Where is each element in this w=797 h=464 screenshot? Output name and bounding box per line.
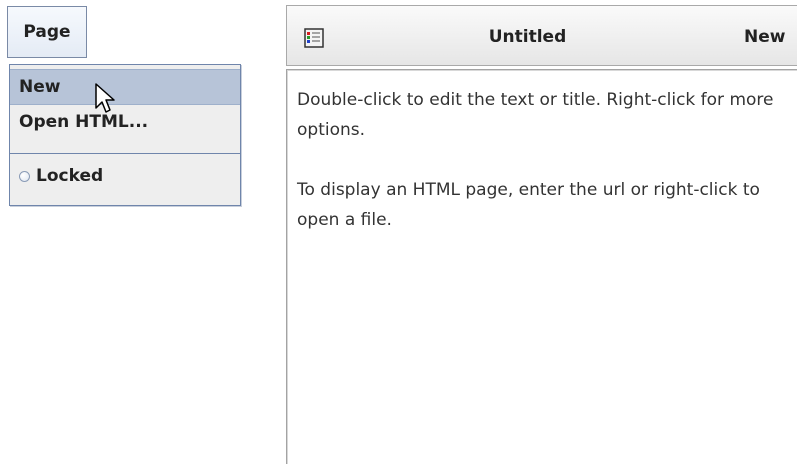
note-text: Double-click to edit the text or title. … xyxy=(297,85,797,265)
menu-item-new[interactable]: New xyxy=(10,69,240,105)
menu-item-locked[interactable]: Locked xyxy=(10,158,240,194)
note-title-bar[interactable]: Untitled New xyxy=(286,5,797,66)
page-menu-label: Page xyxy=(23,22,71,42)
note-paragraph: To display an HTML page, enter the url o… xyxy=(297,180,760,230)
note-new-button[interactable]: New xyxy=(744,6,785,67)
page-popup-menu: New Open HTML... Locked xyxy=(9,64,241,206)
note-paragraph: Double-click to edit the text or title. … xyxy=(297,90,774,140)
note-window: Untitled New Double-click to edit the te… xyxy=(286,5,797,464)
note-title[interactable]: Untitled xyxy=(287,6,797,67)
menu-item-open-html[interactable]: Open HTML... xyxy=(10,106,240,138)
menu-separator xyxy=(10,153,240,154)
menu-item-open-html-label: Open HTML... xyxy=(19,112,149,132)
menu-item-locked-label: Locked xyxy=(36,166,104,186)
note-body[interactable]: Double-click to edit the text or title. … xyxy=(286,69,797,464)
menu-item-new-label: New xyxy=(19,77,61,97)
screen: Page New Open HTML... Locked Untitled Ne… xyxy=(0,0,797,464)
radio-button-icon[interactable] xyxy=(19,170,30,182)
page-menu-button[interactable]: Page xyxy=(7,6,87,58)
